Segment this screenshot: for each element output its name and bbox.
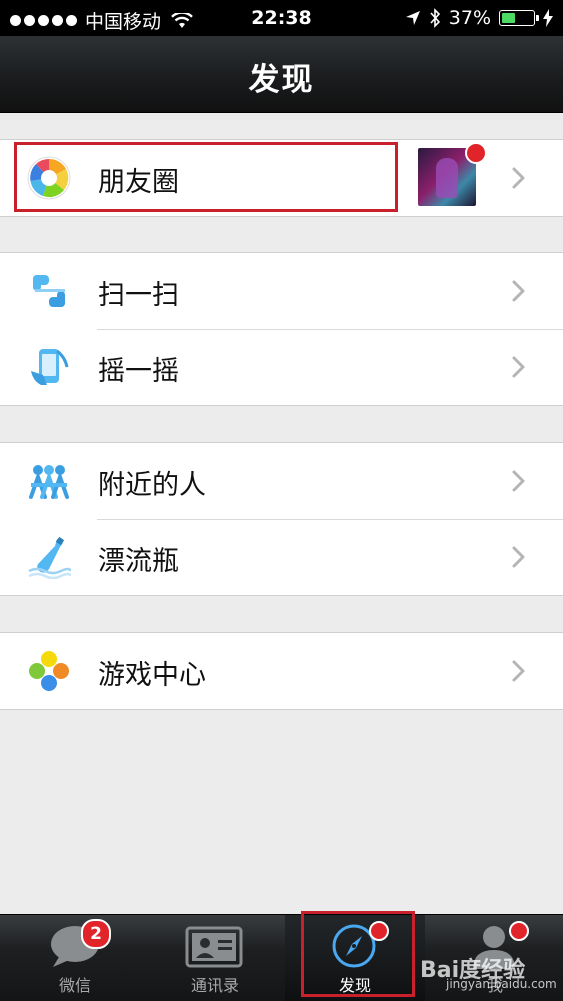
location-arrow-icon bbox=[405, 11, 420, 25]
tab-contacts-label: 通讯录 bbox=[190, 976, 239, 995]
baidu-watermark-url: jingyan.baidu.com bbox=[446, 977, 557, 991]
unread-badge: 2 bbox=[81, 919, 111, 949]
navigation-bar: 发现 bbox=[0, 36, 563, 113]
me-red-dot bbox=[509, 921, 529, 941]
scan-shake-group: 扫一扫 摇一摇 bbox=[0, 252, 563, 406]
chevron-right-icon bbox=[512, 470, 525, 492]
game-center-group: 游戏中心 bbox=[0, 632, 563, 710]
tab-discover-label: 发现 bbox=[338, 976, 371, 995]
scan-row[interactable]: 扫一扫 bbox=[0, 253, 563, 329]
people-nearby-icon bbox=[29, 465, 69, 499]
chevron-right-icon bbox=[512, 546, 525, 568]
shake-row[interactable]: 摇一摇 bbox=[0, 329, 563, 405]
drift-bottle-row[interactable]: 漂流瓶 bbox=[0, 519, 563, 595]
nearby-bottle-group: 附近的人 漂流瓶 bbox=[0, 442, 563, 596]
people-nearby-label: 附近的人 bbox=[98, 470, 206, 501]
battery-percent: 37% bbox=[448, 7, 491, 29]
moments-row[interactable]: 朋友圈 bbox=[0, 140, 563, 216]
chevron-right-icon bbox=[512, 660, 525, 682]
contacts-card-icon bbox=[185, 926, 243, 968]
battery-icon bbox=[499, 10, 539, 26]
scan-label: 扫一扫 bbox=[98, 280, 179, 311]
chevron-right-icon bbox=[512, 280, 525, 302]
bluetooth-icon bbox=[430, 8, 440, 28]
scan-icon bbox=[33, 275, 65, 307]
status-bar: 中国移动 22:38 37% bbox=[0, 0, 563, 36]
moments-camera-icon bbox=[27, 156, 71, 200]
drift-bottle-label: 漂流瓶 bbox=[98, 546, 179, 577]
game-center-row[interactable]: 游戏中心 bbox=[0, 633, 563, 709]
drift-bottle-icon bbox=[28, 536, 71, 579]
tab-discover[interactable]: 发现 bbox=[285, 915, 425, 1001]
game-center-icon bbox=[29, 651, 69, 691]
discover-red-dot bbox=[369, 921, 389, 941]
tab-chats-label: 微信 bbox=[58, 976, 91, 995]
game-center-label: 游戏中心 bbox=[98, 660, 206, 691]
moments-red-dot bbox=[465, 142, 487, 164]
chevron-right-icon bbox=[512, 167, 525, 189]
tab-chats[interactable]: 2 微信 bbox=[5, 915, 145, 1001]
people-nearby-row[interactable]: 附近的人 bbox=[0, 443, 563, 519]
moments-group: 朋友圈 bbox=[0, 139, 563, 217]
chevron-right-icon bbox=[512, 356, 525, 378]
page-title: 发现 bbox=[248, 62, 315, 98]
shake-phone-icon bbox=[31, 349, 69, 385]
charging-bolt-icon bbox=[543, 9, 553, 27]
moments-label: 朋友圈 bbox=[98, 167, 179, 198]
shake-label: 摇一摇 bbox=[98, 356, 179, 387]
tab-contacts[interactable]: 通讯录 bbox=[145, 915, 285, 1001]
